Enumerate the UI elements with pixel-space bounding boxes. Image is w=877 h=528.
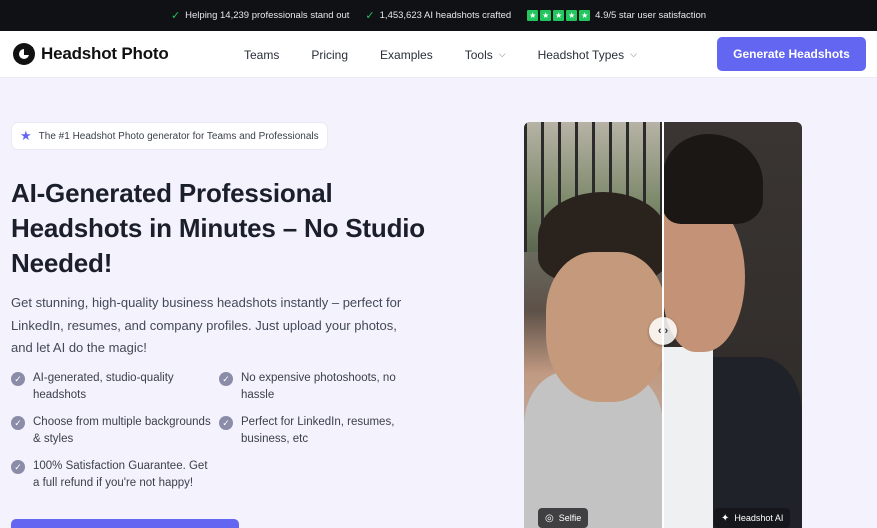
check-circle-icon: ✓ <box>219 416 233 430</box>
feature-text: No expensive photoshoots, no hassle <box>241 370 419 403</box>
nav-item-headshot-types[interactable]: Headshot Types ⌵ <box>538 48 637 62</box>
nav-item-label: Pricing <box>311 48 348 62</box>
feature-text: 100% Satisfaction Guarantee. Get a full … <box>33 458 216 491</box>
star-icon: ★ <box>20 128 32 144</box>
feature-text: AI-generated, studio-quality headshots <box>33 370 201 403</box>
generate-headshots-button[interactable]: Generate Headshots <box>717 37 866 71</box>
star-icon: ★ <box>553 10 564 21</box>
chevron-down-icon: ⌵ <box>630 49 637 60</box>
feature-item: ✓ No expensive photoshoots, no hassle <box>219 370 419 403</box>
navbar: Headshot Photo Teams Pricing Examples To… <box>0 31 877 78</box>
nav-item-label: Tools <box>465 48 493 62</box>
rating: ★ ★ ★ ★ ★ 4.9/5 star user satisfaction <box>527 10 706 21</box>
stat-professionals-text: Helping 14,239 professionals stand out <box>185 10 349 21</box>
hero-badge: ★ The #1 Headshot Photo generator for Te… <box>12 123 327 149</box>
selfie-label-text: Selfie <box>559 513 582 523</box>
star-rating-icons: ★ ★ ★ ★ ★ <box>527 10 590 21</box>
logo-icon <box>13 43 35 65</box>
hero-badge-text: The #1 Headshot Photo generator for Team… <box>39 131 319 142</box>
stat-headshots-text: 1,453,623 AI headshots crafted <box>380 10 512 21</box>
chevron-down-icon: ⌵ <box>499 49 506 60</box>
stat-headshots: ✓ 1,453,623 AI headshots crafted <box>365 9 511 22</box>
check-icon: ✓ <box>365 9 374 22</box>
face-shape <box>546 252 666 402</box>
main-menu: Teams Pricing Examples Tools ⌵ Headshot T… <box>244 31 637 78</box>
feature-text: Choose from multiple backgrounds & style… <box>33 414 216 447</box>
nav-item-examples[interactable]: Examples <box>380 48 433 62</box>
headshot-ai-label-text: Headshot AI <box>734 513 783 523</box>
feature-item: ✓ Choose from multiple backgrounds & sty… <box>11 414 216 447</box>
star-icon: ★ <box>566 10 577 21</box>
nav-item-label: Examples <box>380 48 433 62</box>
chevron-left-icon: ‹ <box>658 325 662 337</box>
nav-item-label: Teams <box>244 48 279 62</box>
nav-item-teams[interactable]: Teams <box>244 48 279 62</box>
hero-cta-button[interactable] <box>11 519 239 528</box>
hero-title: AI-Generated Professional Headshots in M… <box>11 176 431 281</box>
camera-icon: ◎ <box>545 513 554 524</box>
nav-item-label: Headshot Types <box>538 48 625 62</box>
feature-item: ✓ Perfect for LinkedIn, resumes, busines… <box>219 414 419 447</box>
hair-shape <box>663 134 763 224</box>
feature-item: ✓ 100% Satisfaction Guarantee. Get a ful… <box>11 458 216 491</box>
headshot-ai-label: ✦ Headshot AI <box>714 508 790 528</box>
check-circle-icon: ✓ <box>11 460 25 474</box>
star-icon: ★ <box>579 10 590 21</box>
check-icon: ✓ <box>171 9 180 22</box>
stat-professionals: ✓ Helping 14,239 professionals stand out <box>171 9 349 22</box>
chevron-right-icon: › <box>665 325 669 337</box>
rating-text: 4.9/5 star user satisfaction <box>595 10 706 21</box>
star-icon: ★ <box>540 10 551 21</box>
headshot-ai-image <box>663 122 802 528</box>
check-circle-icon: ✓ <box>11 372 25 386</box>
shirt-shape <box>663 347 713 528</box>
star-icon: ★ <box>527 10 538 21</box>
announcement-bar: ✓ Helping 14,239 professionals stand out… <box>0 0 877 31</box>
selfie-label: ◎ Selfie <box>538 508 588 528</box>
selfie-image <box>524 122 663 528</box>
check-circle-icon: ✓ <box>219 372 233 386</box>
logo-text: Headshot Photo <box>41 44 169 64</box>
nav-item-pricing[interactable]: Pricing <box>311 48 348 62</box>
feature-item: ✓ AI-generated, studio-quality headshots <box>11 370 201 403</box>
nav-item-tools[interactable]: Tools ⌵ <box>465 48 506 62</box>
hero-subtitle: Get stunning, high-quality business head… <box>11 292 421 360</box>
slider-handle[interactable]: ‹ › <box>649 317 677 345</box>
sparkle-icon: ✦ <box>721 513 729 524</box>
before-after-comparison[interactable]: ‹ › ◎ Selfie ✦ Headshot AI <box>524 122 802 528</box>
check-circle-icon: ✓ <box>11 416 25 430</box>
feature-text: Perfect for LinkedIn, resumes, business,… <box>241 414 419 447</box>
logo[interactable]: Headshot Photo <box>13 43 169 65</box>
